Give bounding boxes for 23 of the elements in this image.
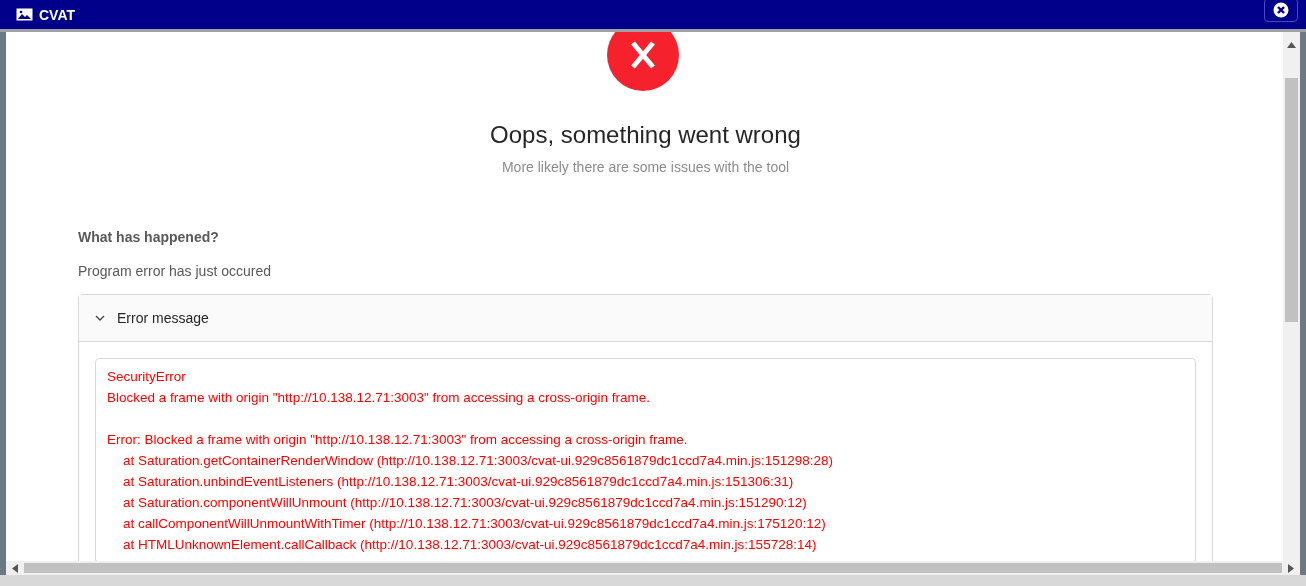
error-line: SecurityError	[107, 368, 187, 386]
stack-line: at Saturation.unbindEventListeners (http://10.138.12.71:3003/cvat-ui.929c8561879dc1ccd7a4.min.js:151306:31)	[122, 473, 795, 491]
collapse-header[interactable]: Error message	[79, 295, 1212, 342]
stack-line: at Saturation.componentWillUnmount (http://10.138.12.71:3003/cvat-ui.929c8561879dc1ccd7a4.min.js:151290:12)	[122, 494, 808, 512]
error-subtitle: More likely there are some issues with the tool	[500, 159, 791, 175]
error-line: Error: Blocked a frame with origin "http://10.138.12.71:3003" from accessing a cross-origin frame.	[107, 431, 689, 449]
error-description: Program error has just occured	[78, 263, 272, 279]
chevron-icon	[95, 313, 105, 323]
left-arrow-icon	[12, 563, 18, 573]
section-heading: What has happened?	[78, 229, 220, 245]
stack-line: at callComponentWillUnmountWithTimer (http://10.138.12.71:3003/cvat-ui.929c8561879dc1ccd7a4.min.js:175120:12)	[122, 515, 827, 533]
close-icon	[1273, 1, 1289, 18]
vertical-scrollbar[interactable]	[1283, 32, 1300, 561]
error-title: Oops, something went wrong	[489, 121, 802, 149]
window-title: CVAT	[39, 6, 76, 23]
image-icon	[16, 8, 33, 21]
stack-line: at HTMLUnknownElement.callCallback (http://10.138.12.71:3003/cvat-ui.929c8561879dc1ccd7a4.min.js:155728:14)	[122, 536, 818, 554]
close-button[interactable]	[1264, 0, 1298, 22]
horizontal-scrollbar[interactable]	[6, 561, 1300, 575]
up-arrow-icon	[1287, 42, 1296, 48]
error-line: Blocked a frame with origin "http://10.138.12.71:3003" from accessing a cross-origin frame.	[107, 389, 652, 407]
right-arrow-icon	[1288, 563, 1294, 573]
stack-line: at Saturation.getContainerRenderWindow (http://10.138.12.71:3003/cvat-ui.929c8561879dc1ccd7a4.min.js:151298:28)	[122, 452, 834, 470]
